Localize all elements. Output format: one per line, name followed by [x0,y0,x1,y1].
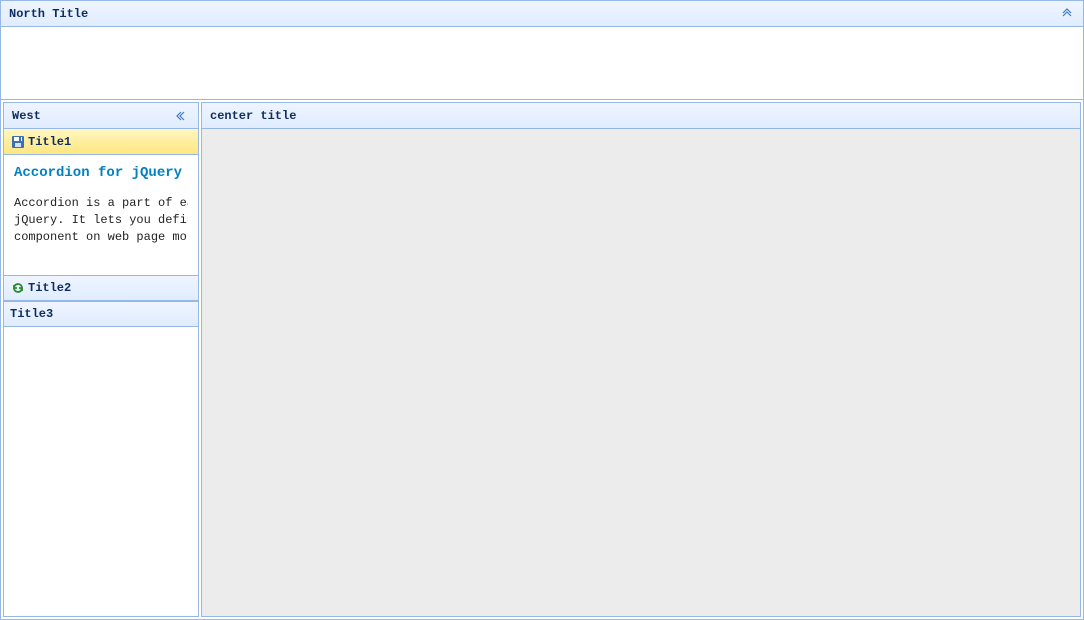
west-title: West [12,109,41,123]
west-header: West [4,103,198,129]
layout: North Title West [0,0,1084,620]
accordion-content-line1: Accordion is a part of easyui framework … [14,195,188,212]
accordion-content-heading: Accordion for jQuery [14,165,188,181]
accordion-title3-label: Title3 [10,307,53,321]
north-title: North Title [9,7,88,21]
center-header: center title [202,103,1080,129]
north-body [1,27,1083,99]
accordion-header-title1[interactable]: Title1 [4,129,198,155]
save-icon [10,134,26,150]
accordion-title2-label: Title2 [28,281,71,295]
accordion-body-title1: Accordion for jQuery Accordion is a part… [4,155,198,275]
collapse-left-icon[interactable] [174,108,190,124]
mid-row: West [1,100,1083,619]
accordion-title1-label: Title1 [28,135,71,149]
center-panel: center title [201,102,1081,617]
reload-icon [10,280,26,296]
center-body [202,129,1080,616]
accordion-content-line3: component on web page more easily. [14,229,188,246]
accordion-header-title3[interactable]: Title3 [4,301,198,327]
collapse-up-icon[interactable] [1059,6,1075,22]
west-panel: West [3,102,199,617]
north-header: North Title [1,1,1083,27]
west-body: Title1 Accordion for jQuery Accordion is… [4,129,198,616]
accordion-header-title2[interactable]: Title2 [4,275,198,301]
north-panel: North Title [1,1,1083,100]
center-title: center title [210,109,296,123]
accordion-content-line2: jQuery. It lets you define your accordio… [14,212,188,229]
